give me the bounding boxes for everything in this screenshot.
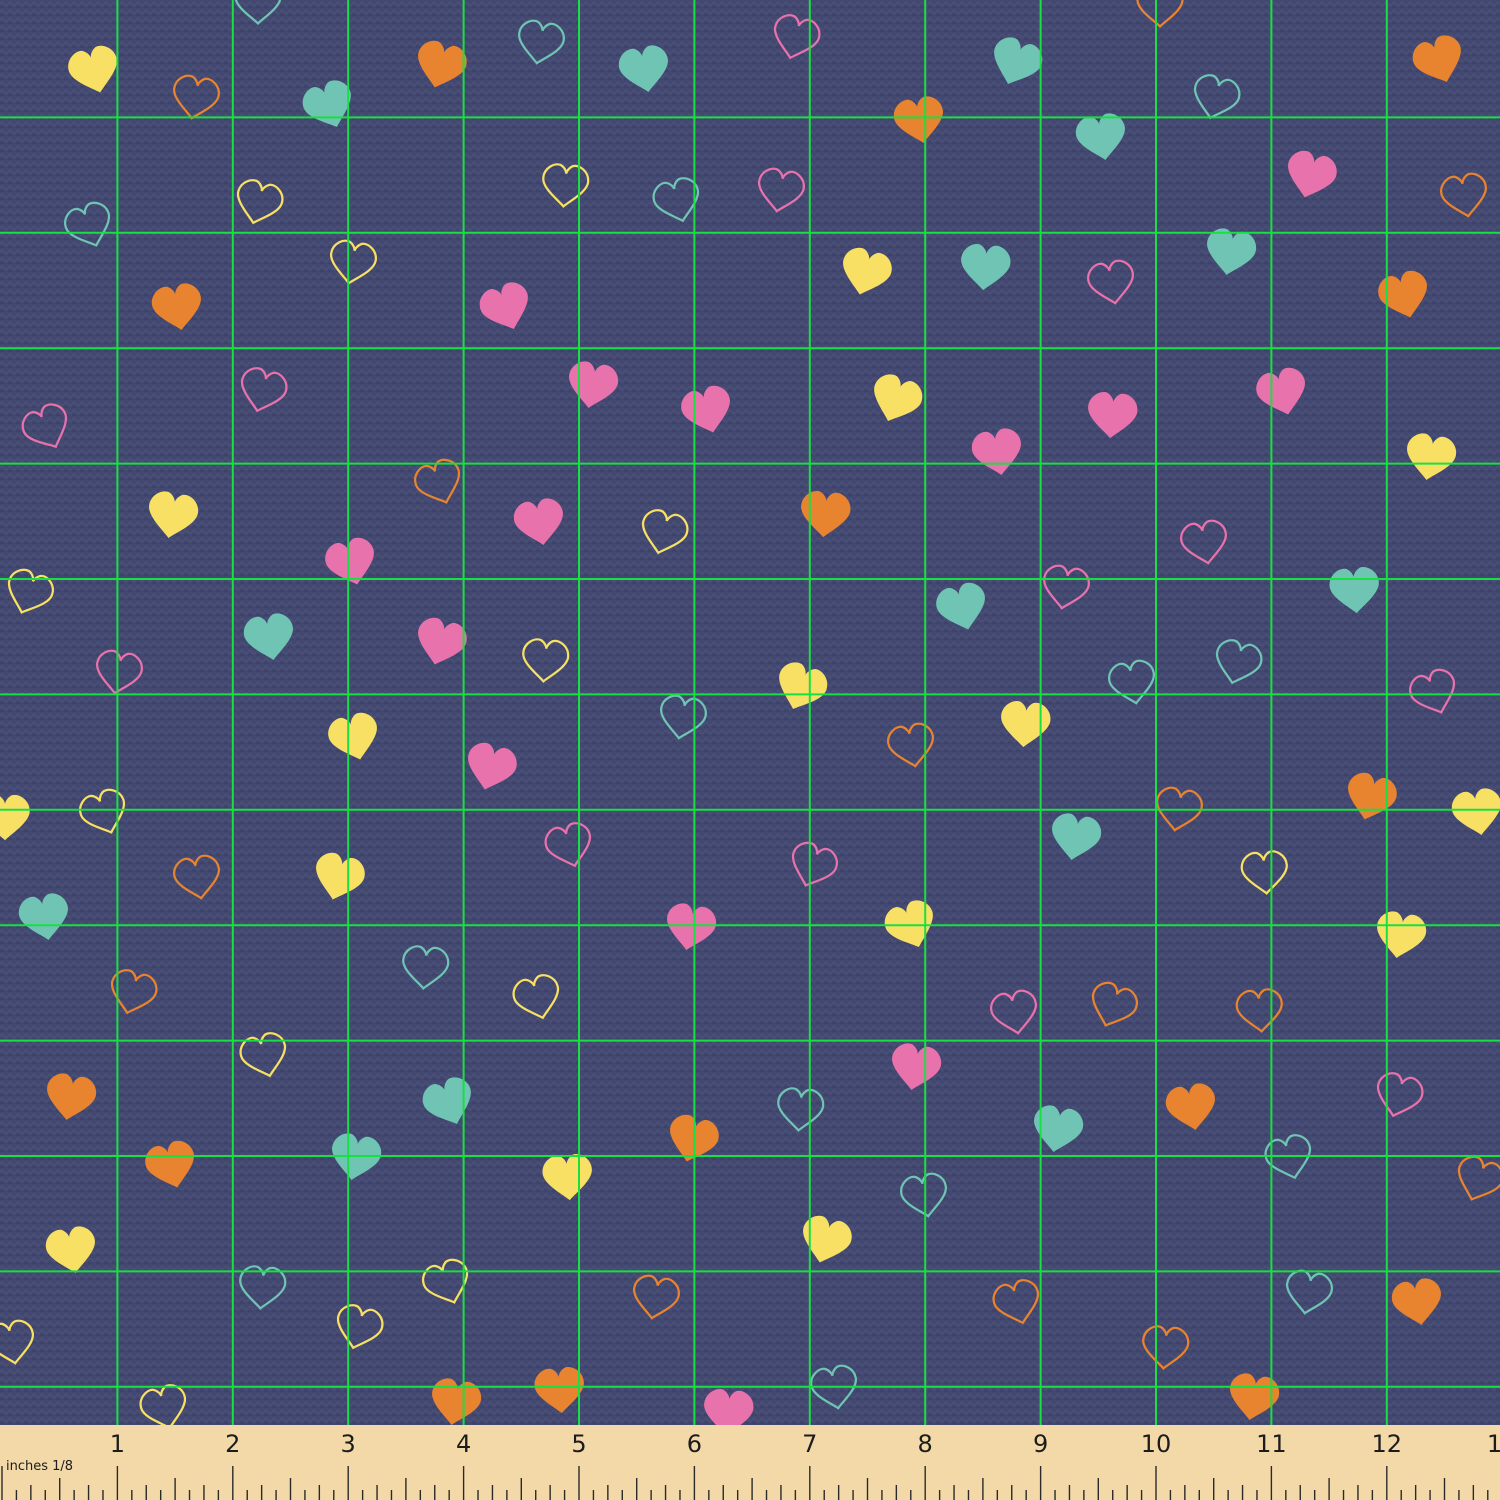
ruler-number: 8 xyxy=(918,1430,933,1458)
ruler-number: 5 xyxy=(571,1430,586,1458)
ruler-number: 2 xyxy=(225,1430,240,1458)
ruler-number: 4 xyxy=(456,1430,471,1458)
fabric-background xyxy=(0,0,1500,1425)
ruler-number: 7 xyxy=(802,1430,817,1458)
fabric-swatch: 12345678910111213 inches 1/8 xyxy=(0,0,1500,1500)
ruler-number: 3 xyxy=(341,1430,356,1458)
ruler-number: 6 xyxy=(687,1430,702,1458)
ruler-number: 9 xyxy=(1033,1430,1048,1458)
ruler-number: 13 xyxy=(1487,1430,1500,1458)
fabric-pattern-canvas: 12345678910111213 inches 1/8 xyxy=(0,0,1500,1500)
ruler-number: 12 xyxy=(1372,1430,1403,1458)
ruler: 12345678910111213 inches 1/8 xyxy=(0,1425,1500,1500)
ruler-number: 10 xyxy=(1141,1430,1172,1458)
ruler-number: 1 xyxy=(110,1430,125,1458)
ruler-unit-label: inches 1/8 xyxy=(6,1459,73,1474)
ruler-number: 11 xyxy=(1256,1430,1287,1458)
